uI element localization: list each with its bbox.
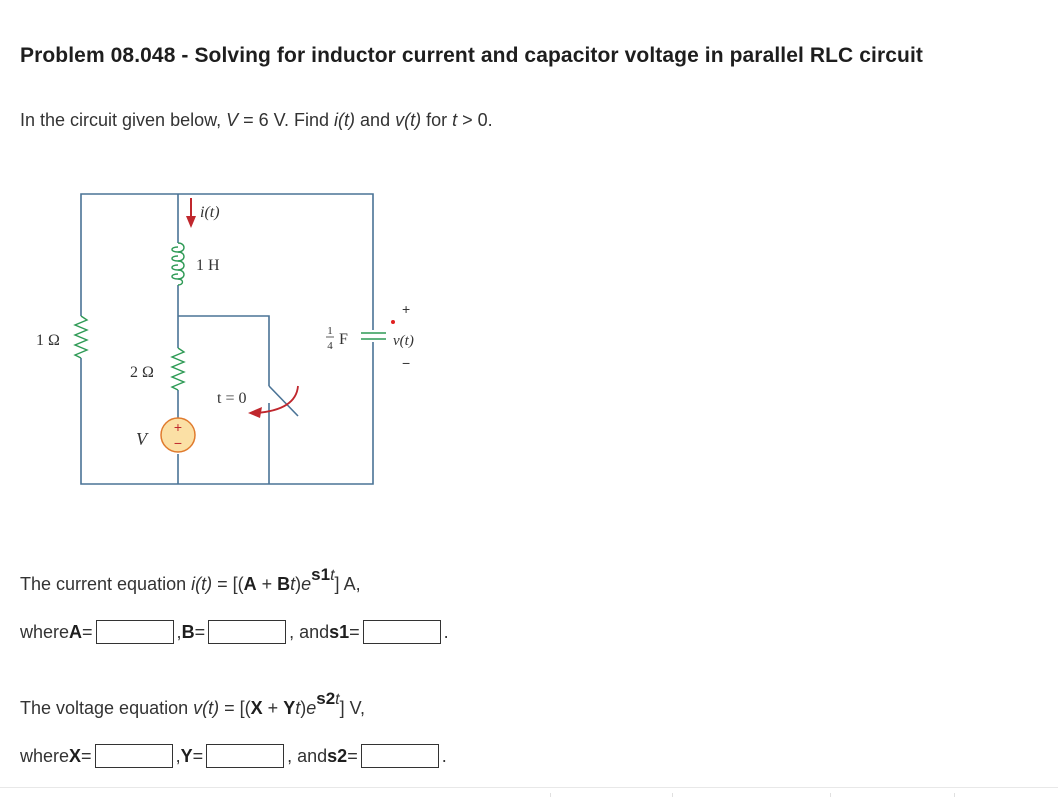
label-a: A <box>69 621 83 642</box>
eq-exponent: s2t <box>316 689 340 708</box>
switch-blade <box>268 385 299 417</box>
eq-var-y: Y <box>283 698 296 718</box>
eq-var-x: X <box>250 698 263 718</box>
eq-exp-t: t <box>335 691 340 708</box>
resistor-2ohm <box>170 347 186 391</box>
label-s1: s1 <box>329 621 350 642</box>
label-y: Y <box>180 745 193 766</box>
divider-tick <box>830 793 831 797</box>
page-divider <box>0 787 1058 788</box>
row-text: , and <box>287 745 328 766</box>
divider-tick <box>550 793 551 797</box>
eq-exp-s1: s1 <box>311 565 331 584</box>
row-text: . <box>441 745 447 766</box>
voltage-minus: − <box>402 355 410 371</box>
source-label: V <box>136 429 149 449</box>
label-b: B <box>181 621 195 642</box>
current-label: i(t) <box>200 204 220 221</box>
row-text: = <box>349 621 360 642</box>
intro-text: for <box>421 110 453 130</box>
intro-text: and <box>355 110 396 130</box>
intro-text: > 0. <box>457 110 493 130</box>
divider-tick <box>954 793 955 797</box>
intro-var-t: (t) <box>404 110 422 130</box>
eq-fn: v <box>193 698 203 718</box>
eq-arg: (t) <box>202 698 220 718</box>
row-text: where <box>20 745 70 766</box>
eq-text: + <box>256 574 278 594</box>
eq-text: + <box>262 698 284 718</box>
node-dot <box>391 320 395 324</box>
eq-e: e <box>306 698 317 718</box>
source-plus: + <box>174 419 182 435</box>
intro-var-t: (t) <box>338 110 356 130</box>
cap-gap <box>364 330 382 342</box>
row-text: = <box>194 621 206 642</box>
eq-text: The current equation <box>20 574 192 594</box>
row-text: = <box>192 745 204 766</box>
inductor-1h <box>171 242 185 286</box>
problem-statement: In the circuit given below, V = 6 V. Fin… <box>20 110 493 131</box>
wire-switch-top <box>178 315 270 386</box>
answer-y-input[interactable] <box>206 744 285 768</box>
eq-exponent: s1t <box>311 565 335 584</box>
current-answer-row: where A = , B = , and s1 = . <box>20 620 449 644</box>
circuit-diagram: + − i(t) 1 H 1 Ω 2 Ω V t = 0 1 4 F v(t) … <box>36 193 414 485</box>
answer-b-input[interactable] <box>208 620 287 644</box>
row-text: . <box>443 621 449 642</box>
eq-e: e <box>301 574 312 594</box>
eq-arg: (t) <box>195 574 213 594</box>
eq-var-a: A <box>243 574 257 594</box>
inductor-label: 1 H <box>196 257 220 274</box>
intro-var-v-lower: v <box>395 110 405 130</box>
switch-label: t = 0 <box>217 390 246 407</box>
current-equation: The current equation i(t) = [(A + Bt)es1… <box>20 565 361 595</box>
intro-text: = 6 V. Find <box>238 110 335 130</box>
voltage-plus: + <box>402 301 410 317</box>
eq-text: = [( <box>219 698 251 718</box>
label-s2: s2 <box>327 745 348 766</box>
voltage-answer-row: where X = , Y = , and s2 = . <box>20 744 447 768</box>
eq-exp-s2: s2 <box>316 689 336 708</box>
answer-s2-input[interactable] <box>360 744 439 768</box>
r2-label: 2 Ω <box>130 364 154 381</box>
source-minus: − <box>174 435 182 451</box>
cap-numerator: 1 <box>327 325 333 337</box>
voltage-label: v(t) <box>393 333 414 349</box>
wires <box>80 193 374 485</box>
eq-unit: V, <box>344 698 365 718</box>
eq-exp-t: t <box>330 567 335 584</box>
eq-text: The voltage equation <box>20 698 194 718</box>
row-text: = <box>82 621 93 642</box>
row-text: = <box>81 745 92 766</box>
outer-wire <box>80 193 374 485</box>
cap-unit: F <box>339 331 348 348</box>
answer-s1-input[interactable] <box>362 620 441 644</box>
current-arrow-icon <box>186 198 196 228</box>
intro-var-v: V <box>226 110 239 130</box>
answer-x-input[interactable] <box>94 744 173 768</box>
intro-text: In the circuit given below, <box>20 110 227 130</box>
divider-tick <box>672 793 673 797</box>
voltage-equation: The voltage equation v(t) = [(X + Yt)es2… <box>20 689 365 719</box>
eq-text: = [( <box>212 574 244 594</box>
cap-denominator: 4 <box>327 340 333 352</box>
eq-unit: A, <box>339 574 361 594</box>
answer-a-input[interactable] <box>95 620 174 644</box>
problem-title: Problem 08.048 - Solving for inductor cu… <box>20 44 923 67</box>
row-text: where <box>20 621 70 642</box>
eq-var-b: B <box>277 574 291 594</box>
label-x: X <box>69 745 82 766</box>
row-text: , and <box>289 621 330 642</box>
row-text: = <box>347 745 358 766</box>
r1-label: 1 Ω <box>36 332 60 349</box>
